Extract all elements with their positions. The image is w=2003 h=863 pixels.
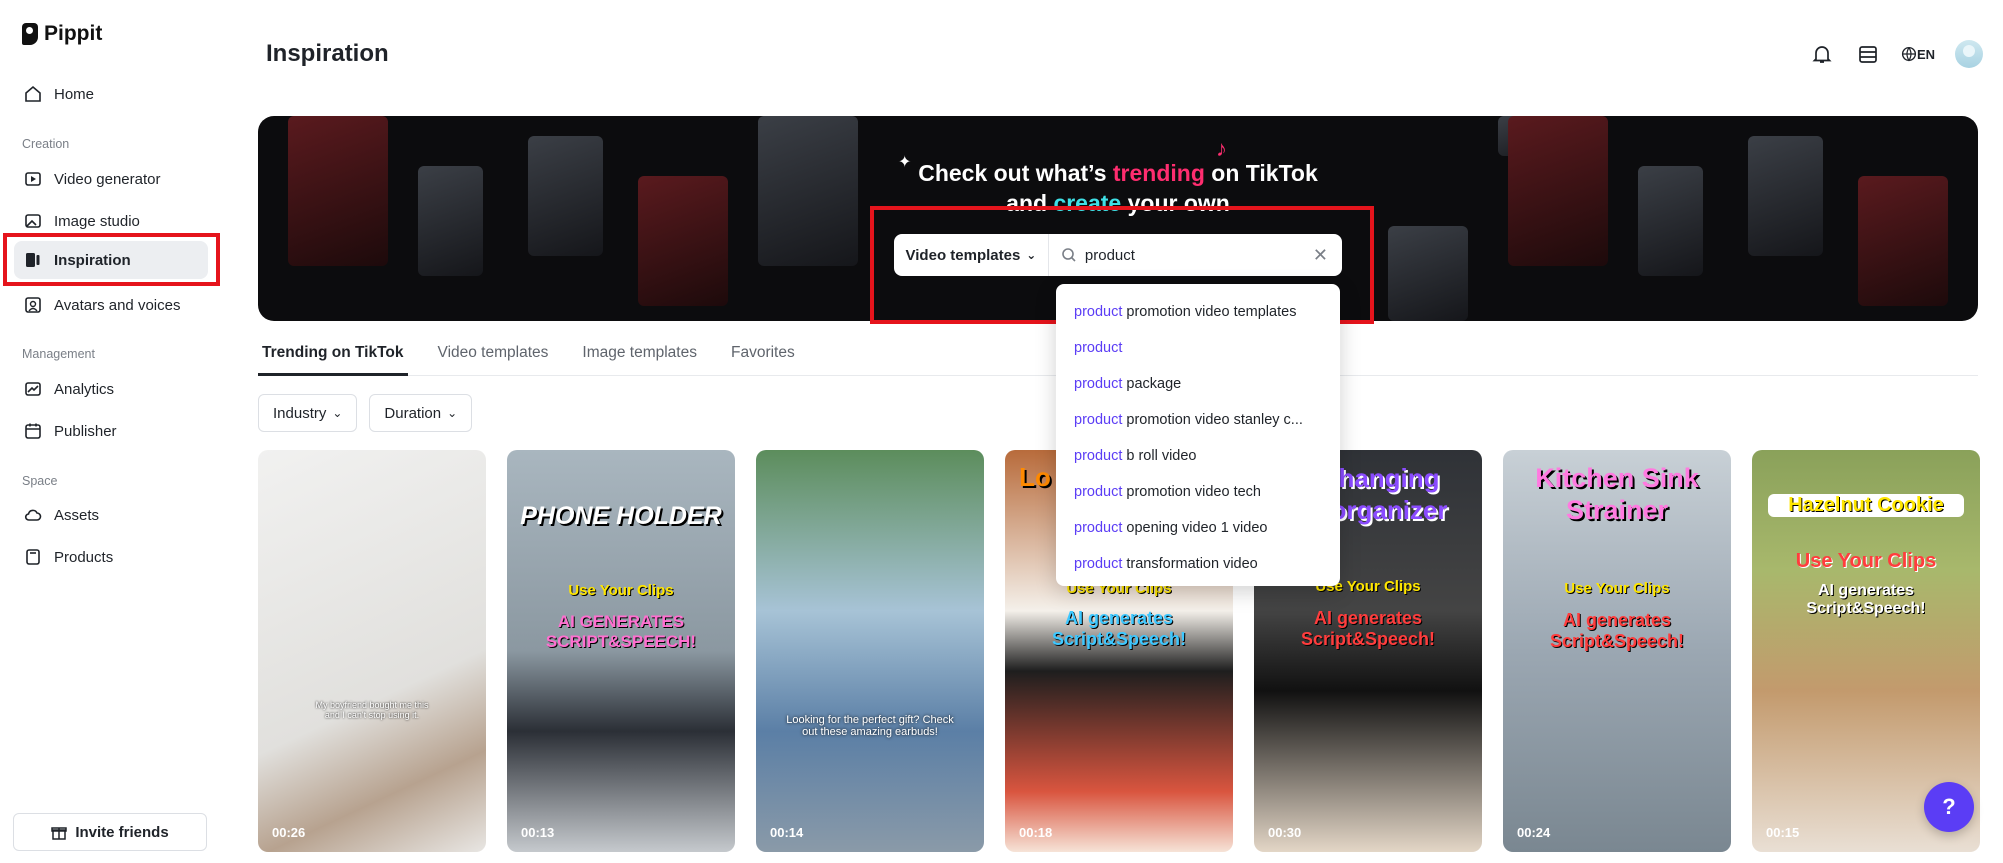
card-duration: 00:26 <box>272 825 306 840</box>
duration-filter[interactable]: Duration ⌄ <box>369 394 473 432</box>
card-subline: Use Your Clips <box>1564 580 1670 597</box>
suggestion-item[interactable]: product promotion video stanley c... <box>1056 402 1340 438</box>
chevron-down-icon: ⌄ <box>332 406 343 420</box>
card-duration: 00:18 <box>1019 825 1053 840</box>
template-card[interactable]: Looking for the perfect gift? Check out … <box>756 450 984 852</box>
section-creation: Creation <box>22 137 70 151</box>
tab-favorites[interactable]: Favorites <box>727 338 799 376</box>
sidebar-item-label: Home <box>54 85 95 103</box>
card-subline: AI generates Script&Speech! <box>1806 582 1926 617</box>
sidebar-item-label: Avatars and voices <box>54 296 181 314</box>
card-duration: 00:14 <box>770 825 804 840</box>
brand-logo[interactable]: Pippit <box>22 22 102 46</box>
invite-friends-label: Invite friends <box>75 823 169 841</box>
sidebar-item-avatars[interactable]: Avatars and voices <box>14 286 208 324</box>
sidebar-item-label: Assets <box>54 506 100 524</box>
sidebar-item-label: Analytics <box>54 380 115 398</box>
sidebar-item-publisher[interactable]: Publisher <box>14 412 208 450</box>
sidebar-item-analytics[interactable]: Analytics <box>14 370 208 408</box>
tab-trending-on-tiktok[interactable]: Trending on TikTok <box>258 338 408 376</box>
language-globe-icon[interactable]: EN <box>1901 41 1935 67</box>
card-subline: AI generates Script&Speech! <box>1300 608 1436 649</box>
card-subline: AI GENERATES SCRIPT&SPEECH! <box>545 612 697 651</box>
suggestion-item[interactable]: product package <box>1056 366 1340 402</box>
video-plus-icon <box>25 172 41 186</box>
sidebar-item-label: Publisher <box>54 422 117 440</box>
user-avatar[interactable] <box>1955 40 1983 68</box>
language-code: EN <box>1916 46 1935 62</box>
search-suggestions-dropdown: product promotion video templates product… <box>1056 284 1340 586</box>
card-headline: Hazelnut Cookie <box>1768 494 1964 517</box>
suggestion-item[interactable]: product <box>1056 330 1340 366</box>
sidebar-item-assets[interactable]: Assets <box>14 496 208 534</box>
invite-friends-button[interactable]: Invite friends <box>13 813 207 851</box>
card-headline: Kitchen Sink Strainer <box>1535 463 1699 525</box>
card-duration: 00:30 <box>1268 825 1302 840</box>
card-headline: PHONE HOLDER <box>520 502 722 530</box>
analytics-icon <box>25 382 41 396</box>
page-title: Inspiration <box>266 40 389 67</box>
industry-filter[interactable]: Industry ⌄ <box>258 394 358 432</box>
sidebar: Pippit Home Creation Video generator Ima… <box>0 0 224 863</box>
sidebar-item-video-generator[interactable]: Video generator <box>14 160 208 198</box>
sidebar-item-label: Video generator <box>54 170 161 188</box>
card-subline: AI generates Script&Speech! <box>1051 608 1187 649</box>
avatar-icon <box>25 297 41 313</box>
help-button[interactable]: ? <box>1924 782 1974 832</box>
home-icon <box>25 85 41 102</box>
sidebar-item-label: Image studio <box>54 212 140 230</box>
pippit-logo-icon <box>22 23 38 45</box>
section-management: Management <box>22 347 95 361</box>
inbox-icon[interactable] <box>1855 41 1881 67</box>
image-icon <box>25 214 41 228</box>
card-duration: 00:15 <box>1766 825 1800 840</box>
template-card[interactable]: PHONE HOLDER Use Your Clips AI GENERATES… <box>507 450 735 852</box>
highlight-box-sidebar <box>3 233 220 286</box>
tab-video-templates[interactable]: Video templates <box>434 338 553 376</box>
card-subline: AI generates Script&Speech! <box>1549 610 1685 651</box>
chevron-down-icon: ⌄ <box>447 406 458 420</box>
box-icon <box>26 549 40 565</box>
suggestion-item[interactable]: product promotion video tech <box>1056 474 1340 510</box>
template-card[interactable]: Kitchen Sink Strainer Use Your Clips AI … <box>1503 450 1731 852</box>
card-duration: 00:13 <box>521 825 555 840</box>
tab-image-templates[interactable]: Image templates <box>578 338 701 376</box>
suggestion-item[interactable]: product opening video 1 video <box>1056 510 1340 546</box>
bell-icon[interactable] <box>1809 41 1835 67</box>
card-subline: Use Your Clips <box>1795 550 1937 572</box>
suggestion-item[interactable]: product b roll video <box>1056 438 1340 474</box>
brand-name: Pippit <box>44 22 103 45</box>
card-caption: My boyfriend bought me this and I can't … <box>315 700 429 720</box>
filter-bar: Industry ⌄ Duration ⌄ <box>258 394 473 432</box>
suggestion-item[interactable]: product promotion video templates <box>1056 294 1340 330</box>
card-duration: 00:24 <box>1517 825 1551 840</box>
cloud-icon <box>24 509 42 521</box>
gift-icon <box>51 827 68 840</box>
sidebar-item-label: Products <box>54 548 114 566</box>
top-toolbar: EN <box>1809 40 1983 68</box>
calendar-icon <box>25 423 41 439</box>
section-space: Space <box>22 474 58 488</box>
help-question-icon: ? <box>1942 794 1956 819</box>
sidebar-item-home[interactable]: Home <box>14 75 208 113</box>
banner-thumbnail <box>1388 226 1468 321</box>
card-subline: Use Your Clips <box>568 582 674 599</box>
card-caption: Looking for the perfect gift? Check out … <box>786 714 954 738</box>
sidebar-item-products[interactable]: Products <box>14 538 208 576</box>
suggestion-item[interactable]: product transformation video <box>1056 546 1340 582</box>
template-card[interactable]: My boyfriend bought me this and I can't … <box>258 450 486 852</box>
